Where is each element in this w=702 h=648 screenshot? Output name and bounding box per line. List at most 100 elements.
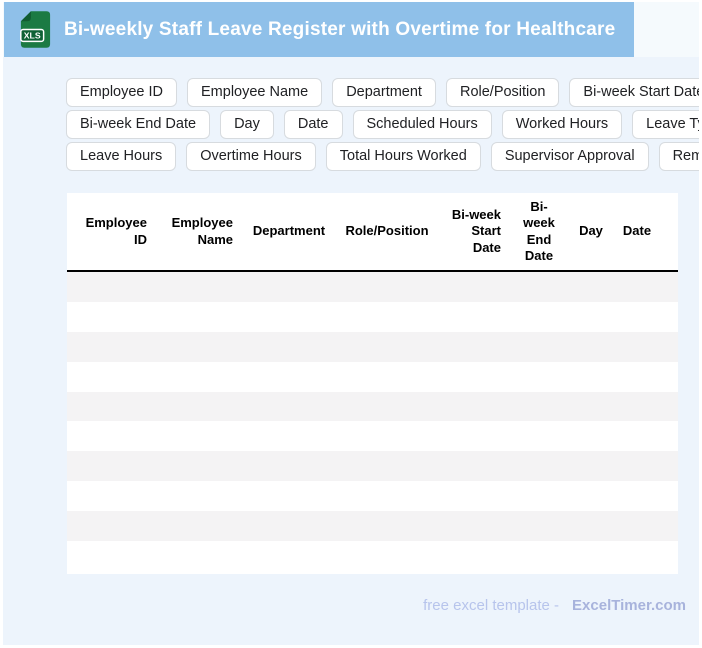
table-cell [337,481,437,511]
table-cell [613,421,661,451]
table-row [67,271,678,302]
table-cell [613,451,661,481]
table-cell [155,481,241,511]
field-chip[interactable]: Role/Position [445,78,560,107]
field-chip[interactable]: Total Hours Worked [325,142,481,171]
table-cell [67,481,155,511]
table-row [67,541,678,571]
field-chip[interactable]: Day [220,110,274,139]
title-bar: XLS Bi-weekly Staff Leave Register with … [4,2,634,57]
table-cell [569,511,613,541]
table-cell [67,511,155,541]
table-cell [569,481,613,511]
xls-icon-label: XLS [24,31,41,41]
table-cell [241,332,337,362]
table-cell [241,271,337,302]
table-cell [509,302,569,332]
table-cell [613,302,661,332]
table-cell [661,271,678,302]
field-chip[interactable]: Leave Type [632,110,699,139]
table-cell [437,302,509,332]
field-chip[interactable]: Bi-week Start Date [569,78,699,107]
field-chip[interactable]: Employee ID [66,78,178,107]
page-title: Bi-weekly Staff Leave Register with Over… [64,18,616,40]
field-chip[interactable]: Department [332,78,436,107]
table-cell [569,451,613,481]
table-row [67,451,678,482]
footer-brand-link[interactable]: ExcelTimer.com [572,597,686,614]
table-cell [613,392,661,422]
table-cell [67,362,155,392]
table-cell [155,302,241,332]
table-cell [241,392,337,422]
table-cell [67,392,155,422]
register-table-container: Employee ID Employee Name Department Role/P… [67,193,678,574]
table-cell [155,362,241,392]
table-cell [337,392,437,422]
table-cell [241,362,337,392]
table-cell [337,421,437,451]
chip-row: Leave Hours Overtime Hours Total Hours Wor… [66,142,699,171]
table-row [67,481,678,512]
table-cell [661,511,678,541]
table-cell [661,481,678,511]
table-cell [241,302,337,332]
table-cell [613,481,661,511]
table-cell [241,541,337,571]
table-row [67,421,678,452]
table-row [67,331,678,362]
table-cell [661,421,678,451]
field-chip[interactable]: Leave Hours [66,142,177,171]
table-cell [569,271,613,302]
table-cell [661,541,678,571]
page-background: XLS Bi-weekly Staff Leave Register with … [3,2,699,645]
table-cell [67,451,155,481]
table-cell [509,392,569,422]
field-chip[interactable]: Overtime Hours [186,142,316,171]
table-cell [155,271,241,302]
table-cell [509,421,569,451]
column-header: Employee Name [155,193,241,272]
table-cell [437,332,509,362]
table-cell [569,392,613,422]
column-header: Date [613,193,661,272]
table-cell [437,271,509,302]
table-cell [337,362,437,392]
table-cell [509,362,569,392]
table-cell [67,271,155,302]
table-cell [67,541,155,571]
table-cell [337,541,437,571]
field-chip[interactable]: Scheduled Hours [352,110,492,139]
table-cell [569,541,613,571]
column-header: Bi-week Start Date [437,193,509,272]
table-cell [67,332,155,362]
column-header: Employee ID [67,193,155,272]
table-body [67,271,678,571]
table-cell [337,511,437,541]
column-header: Role/Position [337,193,437,272]
table-cell [661,362,678,392]
table-cell [569,421,613,451]
table-cell [613,271,661,302]
table-cell [509,332,569,362]
chip-row: Bi-week End Date Day Date Scheduled Hours Wo… [66,110,699,139]
table-cell [155,392,241,422]
field-chip[interactable]: Remarks [658,142,699,171]
table-cell [337,332,437,362]
field-chip[interactable]: Worked Hours [501,110,623,139]
table-cell [569,302,613,332]
table-cell [155,332,241,362]
table-cell [155,511,241,541]
page: XLS Bi-weekly Staff Leave Register with … [0,0,702,648]
field-chip[interactable]: Supervisor Approval [490,142,649,171]
table-cell [509,271,569,302]
table-cell [569,332,613,362]
field-chip[interactable]: Date [283,110,343,139]
table-row [67,511,678,542]
field-chip[interactable]: Employee Name [187,78,323,107]
table-cell [661,392,678,422]
table-cell [437,362,509,392]
table-cell [509,481,569,511]
table-cell [509,511,569,541]
field-chip[interactable]: Bi-week End Date [66,110,211,139]
